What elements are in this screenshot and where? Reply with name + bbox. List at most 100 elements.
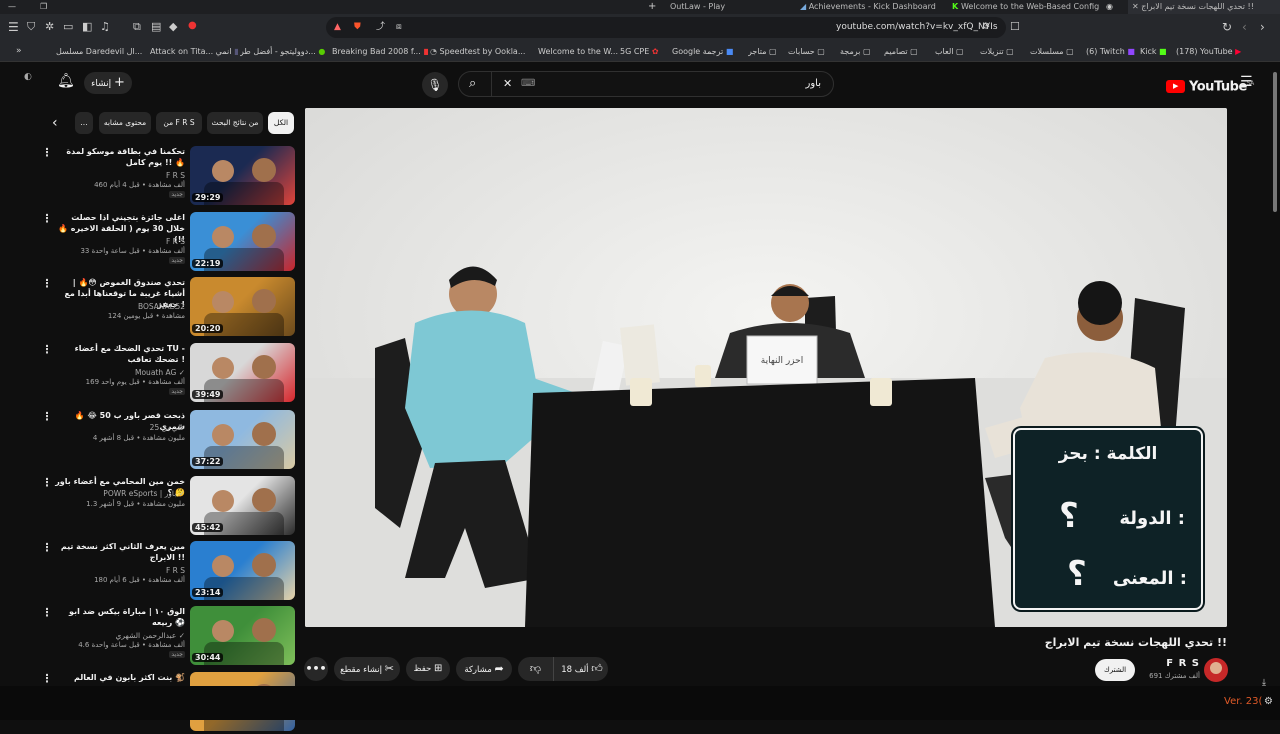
clear-search-icon[interactable]: ✕ bbox=[503, 72, 512, 96]
back-icon[interactable]: ‹ bbox=[1242, 20, 1247, 34]
tab-kick-dashboard[interactable]: ◢ Achievements - Kick Dashboard bbox=[800, 0, 940, 14]
chip-more[interactable]: ... bbox=[75, 112, 93, 134]
video-menu-dots-icon[interactable]: ⋮ bbox=[40, 410, 54, 423]
menu-icon[interactable]: ☰ bbox=[8, 20, 19, 34]
video-thumbnail[interactable]: 39:49 bbox=[190, 343, 295, 402]
related-video-card[interactable]: ⋮ مين يعرف الثاني اكثر نسخة تيم الابراج !… bbox=[40, 541, 298, 603]
video-thumbnail[interactable]: 20:20 bbox=[190, 277, 295, 336]
chip-from-search[interactable]: من نتائج البحث bbox=[207, 112, 263, 134]
share-page-icon[interactable]: ⤴ bbox=[376, 17, 385, 38]
keyboard-icon[interactable]: ⌨ bbox=[521, 72, 535, 96]
channel-avatar[interactable] bbox=[1204, 658, 1228, 682]
video-thumbnail[interactable]: 30:44 bbox=[190, 606, 295, 665]
address-bar[interactable]: ▲ ⛊ ⤴ ⧈ youtube.com/watch?v=kv_xfQ_NYIs … bbox=[326, 17, 1006, 38]
vpn-icon[interactable]: ◆ bbox=[169, 20, 177, 33]
video-menu-dots-icon[interactable]: ⋮ bbox=[40, 343, 54, 356]
search-box[interactable]: ⌕ ✕ ⌨ باور bbox=[458, 71, 834, 97]
bookmark-icon[interactable]: ☐ bbox=[1010, 20, 1020, 33]
bookmark-item[interactable]: مسلسلات ▢ bbox=[1030, 42, 1084, 62]
more-actions-button[interactable]: ••• bbox=[304, 657, 328, 681]
video-thumbnail[interactable]: 29:29 bbox=[190, 146, 295, 205]
chip-related[interactable]: محتوى مشابه bbox=[99, 112, 151, 134]
related-video-card[interactable]: ⋮ 🔥 😂 ذبحت قصر باور ب 50 شمري علي بن 25 4 م… bbox=[40, 410, 298, 472]
wallet-icon[interactable]: ▤ bbox=[151, 20, 161, 33]
bookmark-item[interactable]: متاجر ▢ bbox=[748, 42, 786, 62]
bookmark-item[interactable]: برمجة ▢ bbox=[840, 42, 882, 62]
site-settings-icon[interactable]: ⚙ bbox=[982, 17, 990, 38]
related-video-card[interactable]: ⋮ اغلى جائزة بتجيني اذا حصلت خلال 30 يوم … bbox=[40, 212, 298, 274]
bookmark-item[interactable]: دووليتجو - أفضل طر... ● bbox=[240, 42, 330, 62]
bookmark-item[interactable]: العاب ▢ bbox=[935, 42, 979, 62]
guide-menu-icon[interactable]: ☰ bbox=[1240, 74, 1253, 90]
bookmark-item[interactable]: (178) YouTube ▶ bbox=[1176, 42, 1246, 62]
forward-icon[interactable]: › bbox=[1260, 20, 1265, 34]
video-menu-dots-icon[interactable]: ⋮ bbox=[40, 541, 54, 554]
window-restore-icon[interactable]: ❐ bbox=[40, 0, 47, 14]
related-video-card[interactable]: ⋮ الوق ١٠ | مباراة بيكس ضد ابو ربيعه ⚽ عبد… bbox=[40, 606, 298, 668]
related-video-card[interactable]: ⋮ خمن مين المحامي مع أعضاء باور ؟ 🤔 POWR e… bbox=[40, 476, 298, 538]
search-icon[interactable]: ⌕ bbox=[469, 72, 476, 96]
bookmark-item[interactable]: Google ترجمة ■ bbox=[672, 42, 746, 62]
bookmark-item[interactable]: (6) Twitch ■ bbox=[1086, 42, 1138, 62]
brave-rewards-icon[interactable]: ▲ bbox=[334, 17, 341, 38]
bookmark-item[interactable]: تصاميم ▢ bbox=[884, 42, 934, 62]
new-tab-icon[interactable]: + bbox=[648, 0, 656, 14]
video-thumbnail[interactable]: 23:14 bbox=[190, 541, 295, 600]
bookmark-item[interactable]: 5G CPE ✿ bbox=[620, 42, 670, 62]
bookmark-item[interactable]: Kick ■ bbox=[1140, 42, 1174, 62]
shield-icon[interactable]: ⛉ bbox=[27, 20, 35, 34]
search-input[interactable]: باور bbox=[806, 72, 822, 96]
video-menu-dots-icon[interactable]: ⋮ bbox=[40, 212, 54, 225]
sidebar-icon[interactable]: ◧ bbox=[82, 20, 92, 33]
window-minimize-icon[interactable]: — bbox=[8, 0, 16, 14]
video-player[interactable]: احزر النهاية الكلمة : بحز الدولة : ؟ الم… bbox=[305, 108, 1227, 627]
settings-gear-icon[interactable]: ⚙ bbox=[1264, 696, 1273, 707]
tab-close-icon[interactable]: ✕ bbox=[1132, 2, 1141, 11]
bookmark-item[interactable]: تنزيلات ▢ bbox=[980, 42, 1028, 62]
chips-prev-arrow-icon[interactable]: ‹ bbox=[52, 115, 58, 131]
related-video-card[interactable]: ⋮ تحدي الضحك مع أعضاء TU - تضحك تعاقب ! Mo… bbox=[40, 343, 298, 405]
create-button[interactable]: إنشاء + bbox=[84, 72, 132, 94]
related-video-card[interactable]: ⋮ تحدي صندوق الغموض 😳🔥 | أشياء غريبة ما ت… bbox=[40, 277, 298, 339]
bookmark-item[interactable]: ◔ Speedtest by Ookla... bbox=[430, 42, 536, 62]
bookmark-item[interactable]: Attack on Tita... انمي ■ bbox=[150, 42, 238, 62]
clip-button[interactable]: إنشاء مقطع ✂ bbox=[334, 657, 400, 681]
channel-name[interactable]: F R S bbox=[1166, 658, 1200, 669]
tab-web-config[interactable]: K Welcome to the Web-Based Config bbox=[952, 0, 1100, 14]
video-menu-dots-icon[interactable]: ⋮ bbox=[40, 146, 54, 159]
screenshot-icon[interactable]: ⧉ bbox=[133, 20, 141, 34]
record-icon[interactable]: ● bbox=[188, 20, 197, 31]
like-button[interactable]: 18 ألف 👍︎ bbox=[556, 657, 608, 681]
bookmark-item[interactable]: Welcome to the W... ■ bbox=[538, 42, 618, 62]
share-button[interactable]: مشاركة ➦ bbox=[456, 657, 512, 681]
voice-search-mic-icon[interactable]: 🎙︎ bbox=[422, 72, 448, 98]
tabs-icon[interactable]: ▭ bbox=[63, 20, 73, 33]
save-button[interactable]: حفظ ⊞ bbox=[406, 657, 450, 681]
video-menu-dots-icon[interactable]: ⋮ bbox=[40, 476, 54, 489]
video-thumbnail[interactable]: 37:22 bbox=[190, 410, 295, 469]
more-bookmarks-icon[interactable]: » bbox=[16, 46, 22, 56]
dislike-button[interactable]: 👎︎ bbox=[518, 657, 554, 681]
brave-shield-icon[interactable]: ⛊ bbox=[354, 17, 361, 38]
picture-in-picture-icon[interactable]: ⧈ bbox=[396, 17, 402, 38]
tab-youtube-active[interactable]: ✕ تحدي اللهجات نسخة تيم الابراج !! bbox=[1128, 0, 1280, 14]
chip-all[interactable]: الكل bbox=[268, 112, 294, 134]
scrollbar-thumb[interactable] bbox=[1273, 72, 1277, 212]
page-scrollbar[interactable] bbox=[1272, 62, 1278, 686]
video-menu-dots-icon[interactable]: ⋮ bbox=[40, 277, 54, 290]
account-avatar[interactable]: ◐ bbox=[24, 72, 32, 82]
video-menu-dots-icon[interactable]: ⋮ bbox=[40, 672, 54, 685]
tab-outlaw[interactable]: OutLaw - Play bbox=[670, 0, 770, 14]
video-thumbnail[interactable]: 22:19 bbox=[190, 212, 295, 271]
music-icon[interactable]: ♫ bbox=[100, 20, 110, 33]
bookmark-item[interactable]: حسابات ▢ bbox=[788, 42, 838, 62]
extensions-icon[interactable]: ✲ bbox=[45, 20, 54, 33]
reload-icon[interactable]: ↻ bbox=[1222, 20, 1232, 34]
chip-from-channel[interactable]: من F R S bbox=[156, 112, 202, 134]
video-thumbnail[interactable]: 45:42 bbox=[190, 476, 295, 535]
download-icon[interactable]: ⤓ bbox=[1262, 678, 1266, 688]
related-video-card[interactable]: ⋮ تحكمنا في بطاقة موسكو لمدة يوم كامل !! … bbox=[40, 146, 298, 208]
subscribe-button[interactable]: الشترك bbox=[1095, 659, 1135, 681]
notifications-bell-icon[interactable]: 🔔︎ bbox=[57, 73, 75, 89]
video-menu-dots-icon[interactable]: ⋮ bbox=[40, 606, 54, 619]
